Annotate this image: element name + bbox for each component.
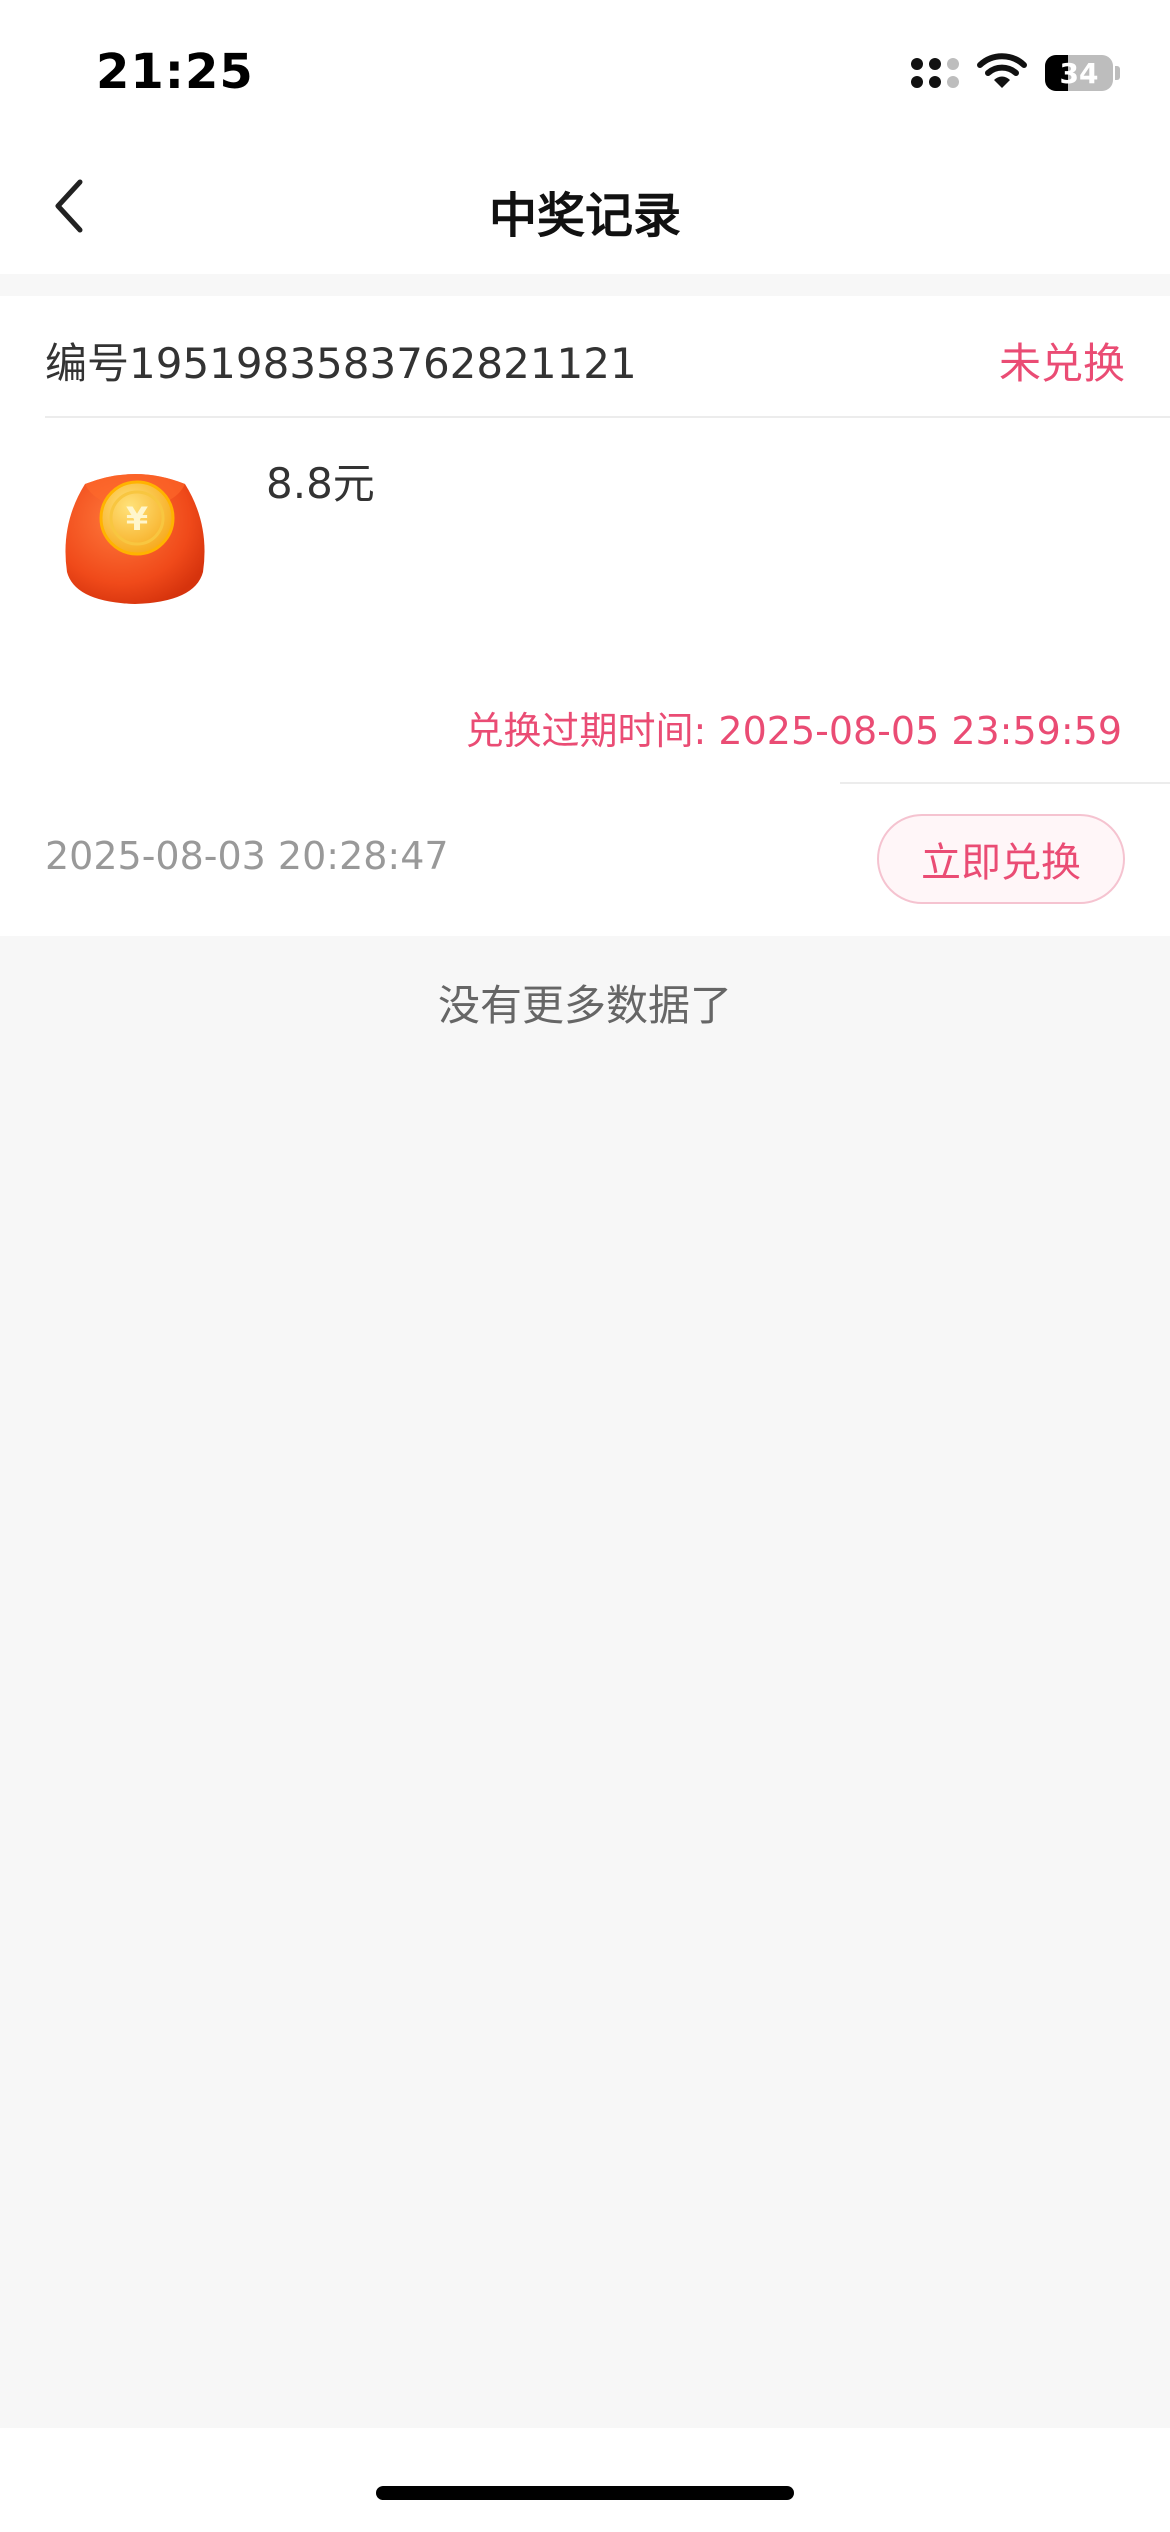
prize-record-card: 编号1951983583762821121 未兑换 ¥ 8.8元 兑换过期时间:… [0, 296, 1170, 936]
record-header: 编号1951983583762821121 未兑换 [45, 296, 1170, 418]
battery-icon: 34 [1045, 55, 1113, 91]
record-id: 编号1951983583762821121 [45, 339, 637, 388]
redeem-button[interactable]: 立即兑换 [877, 814, 1125, 904]
expire-time: 兑换过期时间: 2025-08-05 23:59:59 [465, 709, 1122, 753]
page-title: 中奖记录 [488, 188, 681, 244]
red-envelope-icon: ¥ [55, 454, 215, 614]
win-time: 2025-08-03 20:28:47 [45, 834, 449, 878]
status-badge: 未兑换 [998, 339, 1125, 388]
status-bar: 21:25 34 [0, 0, 1170, 150]
status-time: 21:25 [96, 44, 254, 100]
home-indicator[interactable] [376, 2486, 794, 2500]
list-end-text: 没有更多数据了 [437, 981, 732, 1030]
nav-bar: 中奖记录 [0, 150, 1170, 274]
screen: 21:25 34 中奖记录 编号1951983583762821121 未兑换 … [0, 0, 1170, 2532]
divider [840, 782, 1170, 784]
prize-name: 8.8元 [266, 459, 375, 508]
svg-text:¥: ¥ [126, 500, 148, 538]
status-icons: 34 [911, 50, 1120, 96]
battery-level: 34 [1059, 56, 1099, 90]
signal-icon [911, 58, 959, 88]
bottom-safe-area [0, 2428, 1170, 2532]
wifi-icon [977, 51, 1027, 95]
battery-tip [1115, 66, 1120, 80]
